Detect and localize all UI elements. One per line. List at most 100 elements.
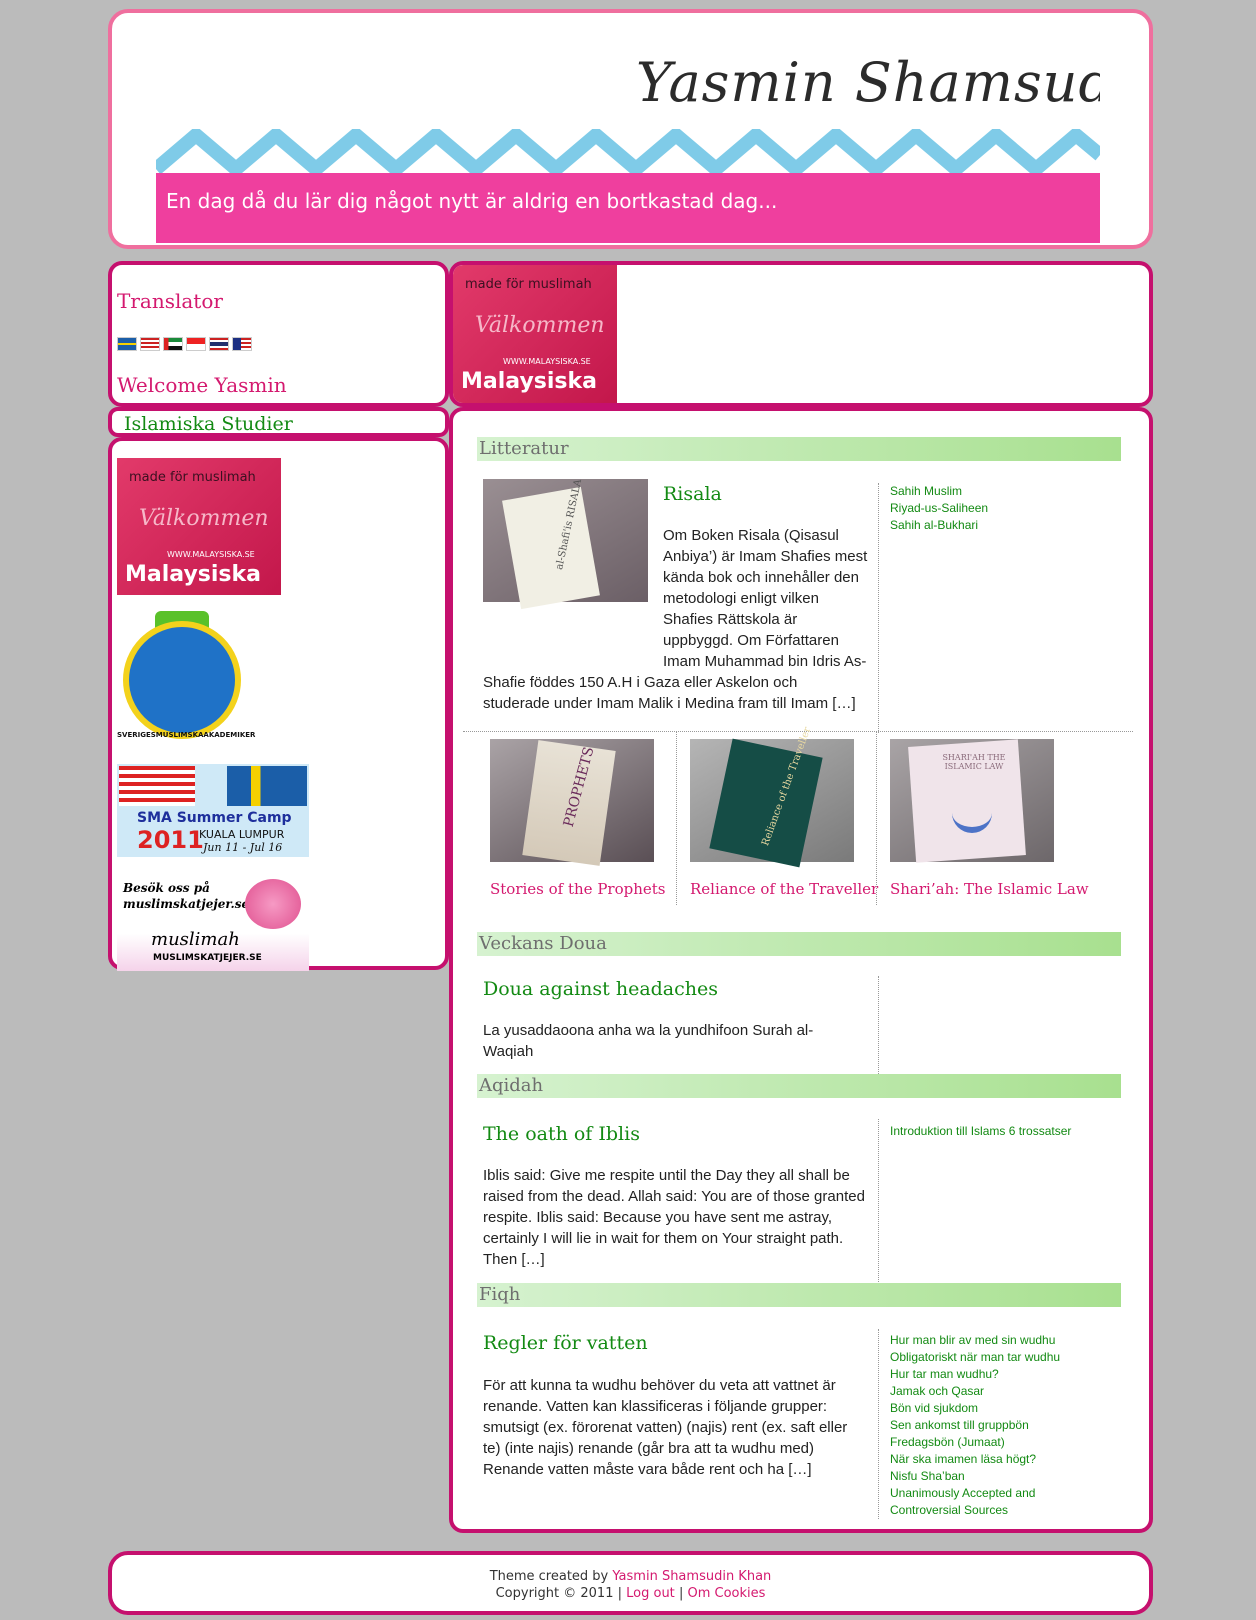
site-header: Yasmin Shamsudin En dag då du lär dig nå… (108, 9, 1153, 249)
column-divider (676, 731, 677, 905)
link-item[interactable]: Sahih al-Bukhari (890, 517, 988, 534)
banner-line-4: Malaysiska (461, 369, 597, 394)
link-item[interactable]: Unanimously Accepted and (890, 1485, 1060, 1502)
column-divider (878, 1329, 879, 1519)
link-item[interactable]: Controversial Sources (890, 1502, 1060, 1519)
banner-line-3: WWW.MALAYSISKA.SE (167, 550, 255, 559)
link-item[interactable]: Nisfu Sha’ban (890, 1468, 1060, 1485)
column-divider (876, 731, 877, 905)
link-item[interactable]: När ska imamen läsa högt? (890, 1451, 1060, 1468)
book-title-sharia[interactable]: Shari’ah: The Islamic Law (890, 880, 1089, 898)
site-footer: Theme created by Yasmin Shamsudin Khan C… (108, 1551, 1153, 1615)
related-links-litteratur: Sahih Muslim Riyad-us-Saliheen Sahih al-… (890, 483, 988, 534)
credit-link[interactable]: Yasmin Shamsudin Khan (612, 1569, 771, 1584)
link-item[interactable]: Hur man blir av med sin wudhu (890, 1332, 1060, 1349)
banner-line-4: Malaysiska (125, 562, 261, 587)
book-title-reliance[interactable]: Reliance of the Traveller (690, 880, 878, 898)
cookies-link[interactable]: Om Cookies (687, 1586, 765, 1601)
related-links-aqidah: Introduktion till Islams 6 trossatser (890, 1123, 1071, 1140)
banner-line-2: Välkommen (139, 506, 269, 531)
welcome-text: Welcome Yasmin (117, 373, 287, 397)
post-excerpt-doua: La yusaddaoona anha wa la yundhifoon Sur… (483, 1022, 814, 1060)
top-banner-box: made för muslimah Välkommen WWW.MALAYSIS… (449, 261, 1153, 407)
uae-flag-icon[interactable] (163, 336, 183, 351)
footer-credit: Theme created by Yasmin Shamsudin Khan (112, 1569, 1149, 1584)
link-item[interactable]: Obligatoriskt när man tar wudhu (890, 1349, 1060, 1366)
book-cover-reliance[interactable]: Reliance of the Traveller (690, 726, 854, 868)
translator-widget: Translator Welcome Yasmin (108, 261, 449, 407)
post-excerpt-risala: Om Boken Risala (Qisasul Anbiya’) är Ima… (483, 525, 868, 714)
nav-title-box: Islamiska Studier (108, 407, 449, 437)
book-shape (709, 738, 823, 868)
banner-line-1: made för muslimah (129, 470, 256, 485)
sidebar-malaysiska-banner[interactable]: made för muslimah Välkommen WWW.MALAYSIS… (117, 458, 281, 595)
kat-brand: muslimah (151, 929, 240, 950)
link-item[interactable]: Sahih Muslim (890, 483, 988, 500)
thailand-flag-icon[interactable] (209, 336, 229, 351)
post-title-risala[interactable]: Risala (663, 483, 722, 505)
column-divider (878, 976, 879, 1076)
link-item[interactable]: Fredagsbön (Jumaat) (890, 1434, 1060, 1451)
link-item[interactable]: Riyad-us-Saliheen (890, 500, 988, 517)
column-divider (878, 1119, 879, 1284)
badge-text: SVERIGESMUSLIMSKAAKADEMIKER (117, 731, 256, 739)
banner-line-2: Välkommen (475, 313, 605, 338)
camp-dates: Jun 11 - Jul 16 (203, 841, 283, 854)
link-item[interactable]: Introduktion till Islams 6 trossatser (890, 1123, 1071, 1140)
banner-line-3: WWW.MALAYSISKA.SE (503, 357, 591, 366)
site-tagline: En dag då du lär dig något nytt är aldri… (166, 189, 778, 213)
badge-circle (123, 621, 241, 739)
post-title-iblis[interactable]: The oath of Iblis (483, 1123, 640, 1145)
camp-year: 2011 (137, 826, 204, 854)
post-excerpt-vatten: För att kunna ta wudhu behöver du veta a… (483, 1377, 848, 1478)
kat-line-2: muslimskatjejer.se (123, 897, 250, 911)
book-cover-sharia[interactable]: SHARI'AH THE ISLAMIC LAW (890, 739, 1054, 863)
logout-link[interactable]: Log out (626, 1586, 675, 1601)
float-spacer (483, 525, 663, 655)
column-divider (878, 483, 879, 733)
link-item[interactable]: Bön vid sjukdom (890, 1400, 1060, 1417)
related-links-fiqh: Hur man blir av med sin wudhu Obligatori… (890, 1332, 1060, 1519)
post-title-vatten[interactable]: Regler för vatten (483, 1332, 648, 1354)
kat-site: MUSLIMSKATJEJER.SE (153, 953, 262, 963)
site-logo: Yasmin Shamsudin (636, 51, 1100, 114)
link-item[interactable]: Jamak och Qasar (890, 1383, 1060, 1400)
section-heading-veckans-doua: Veckans Doua (477, 932, 1121, 956)
section-heading-fiqh: Fiqh (477, 1283, 1121, 1307)
post-excerpt-iblis: Iblis said: Give me respite until the Da… (483, 1167, 865, 1268)
credit-prefix: Theme created by (489, 1569, 609, 1584)
translator-title: Translator (117, 289, 223, 313)
sweden-flag-icon[interactable] (117, 336, 137, 351)
link-item[interactable]: Hur tar man wudhu? (890, 1366, 1060, 1383)
nav-title[interactable]: Islamiska Studier (124, 413, 293, 435)
cover-text: SHARI'AH THE ISLAMIC LAW (942, 753, 1006, 771)
separator: | (617, 1586, 622, 1601)
academics-badge[interactable]: SVERIGESMUSLIMSKAAKADEMIKER (117, 611, 256, 745)
copyright-text: Copyright © 2011 (495, 1586, 614, 1601)
sidebar-images: made för muslimah Välkommen WWW.MALAYSIS… (108, 437, 449, 971)
flag-list (117, 335, 255, 353)
post-title-doua[interactable]: Doua against headaches (483, 978, 718, 1000)
link-item[interactable]: Sen ankomst till gruppbön (890, 1417, 1060, 1434)
main-content: Litteratur al-Shafi'is RISALA Risala Om … (449, 407, 1153, 1533)
camp-city: KUALA LUMPUR (199, 828, 285, 841)
usa-flag-icon[interactable] (140, 336, 160, 351)
malaysia-flag-icon[interactable] (232, 336, 252, 351)
row-divider (463, 731, 1133, 732)
sweden-flag-icon (227, 766, 307, 806)
separator: | (678, 1586, 684, 1601)
indonesia-flag-icon[interactable] (186, 336, 206, 351)
book-title-prophets[interactable]: Stories of the Prophets (490, 880, 666, 898)
rose-icon (245, 879, 301, 929)
kat-line-1: Besök oss på (123, 881, 210, 895)
summer-camp-banner[interactable]: SMA Summer Camp 2011 KUALA LUMPUR Jun 11… (117, 764, 309, 857)
banner-line-1: made för muslimah (465, 277, 592, 292)
malaysiska-banner[interactable]: made för muslimah Välkommen WWW.MALAYSIS… (453, 265, 617, 403)
book-cover-prophets[interactable]: PROPHETS (490, 739, 654, 866)
camp-title: SMA Summer Camp (137, 810, 292, 826)
section-heading-litteratur: Litteratur (477, 437, 1121, 461)
malaysia-flag-icon (119, 766, 195, 806)
muslimskatjejer-banner[interactable]: Besök oss på muslimskatjejer.se muslimah… (117, 877, 309, 971)
section-heading-aqidah: Aqidah (477, 1074, 1121, 1098)
header-banner[interactable]: Yasmin Shamsudin En dag då du lär dig nå… (156, 39, 1100, 243)
